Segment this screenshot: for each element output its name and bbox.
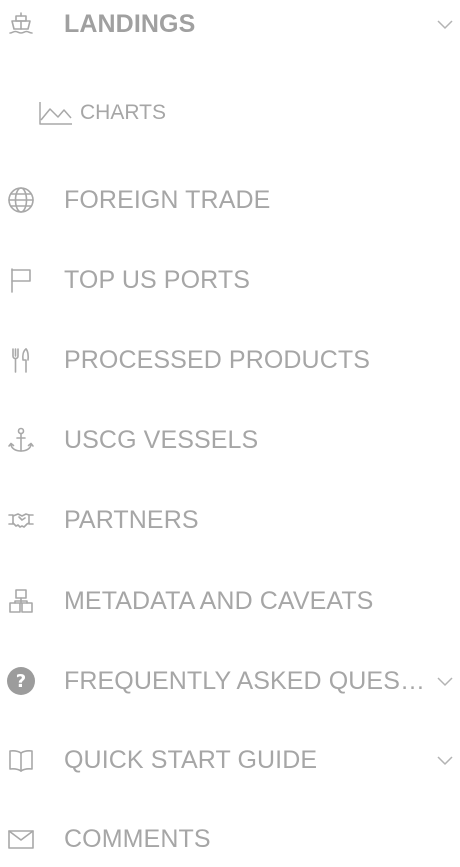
book-icon	[6, 745, 36, 775]
utensils-icon	[6, 345, 36, 375]
nav-item-label: LANDINGS	[64, 9, 196, 38]
nav-item-partners[interactable]: PARTNERS	[0, 492, 460, 548]
nav-item-faq[interactable]: ? FREQUENTLY ASKED QUESTIONS	[0, 653, 460, 709]
line-chart-icon	[38, 100, 74, 126]
nav-item-uscg-vessels[interactable]: USCG VESSELS	[0, 412, 460, 468]
nav-item-comments[interactable]: COMMENTS	[0, 811, 460, 867]
nav-item-label: COMMENTS	[64, 824, 211, 853]
nav-item-quick-start-guide[interactable]: QUICK START GUIDE	[0, 732, 460, 788]
chevron-down-icon[interactable]	[434, 749, 456, 771]
nav-item-foreign-trade[interactable]: FOREIGN TRADE	[0, 172, 460, 228]
globe-icon	[6, 185, 36, 215]
ship-icon	[6, 9, 36, 39]
nav-subitem-charts[interactable]: CHARTS	[0, 88, 460, 138]
cluster-icon	[6, 586, 36, 616]
chevron-down-icon[interactable]	[434, 670, 456, 692]
nav-item-label: FREQUENTLY ASKED QUESTIONS	[64, 666, 430, 695]
nav-item-label: PARTNERS	[64, 505, 199, 534]
nav-item-metadata[interactable]: METADATA AND CAVEATS	[0, 573, 460, 629]
nav-item-landings[interactable]: LANDINGS	[0, 0, 460, 52]
nav-subitem-label: CHARTS	[80, 101, 166, 124]
nav-item-label: PROCESSED PRODUCTS	[64, 345, 371, 374]
nav-item-label: METADATA AND CAVEATS	[64, 586, 374, 615]
nav-item-label: FOREIGN TRADE	[64, 185, 271, 214]
anchor-icon	[6, 425, 36, 455]
chevron-down-icon[interactable]	[434, 13, 456, 35]
nav-item-label: QUICK START GUIDE	[64, 745, 318, 774]
handshake-icon	[6, 505, 36, 535]
question-circle-icon: ?	[6, 666, 36, 696]
envelope-icon	[6, 824, 36, 854]
nav-item-label: USCG VESSELS	[64, 425, 259, 454]
sidebar-nav: LANDINGS CHARTS FOREIGN TRADE TOP US POR…	[0, 0, 460, 854]
flag-icon	[6, 265, 36, 295]
nav-item-label: TOP US PORTS	[64, 265, 250, 294]
nav-item-top-us-ports[interactable]: TOP US PORTS	[0, 252, 460, 308]
nav-item-processed-products[interactable]: PROCESSED PRODUCTS	[0, 332, 460, 388]
